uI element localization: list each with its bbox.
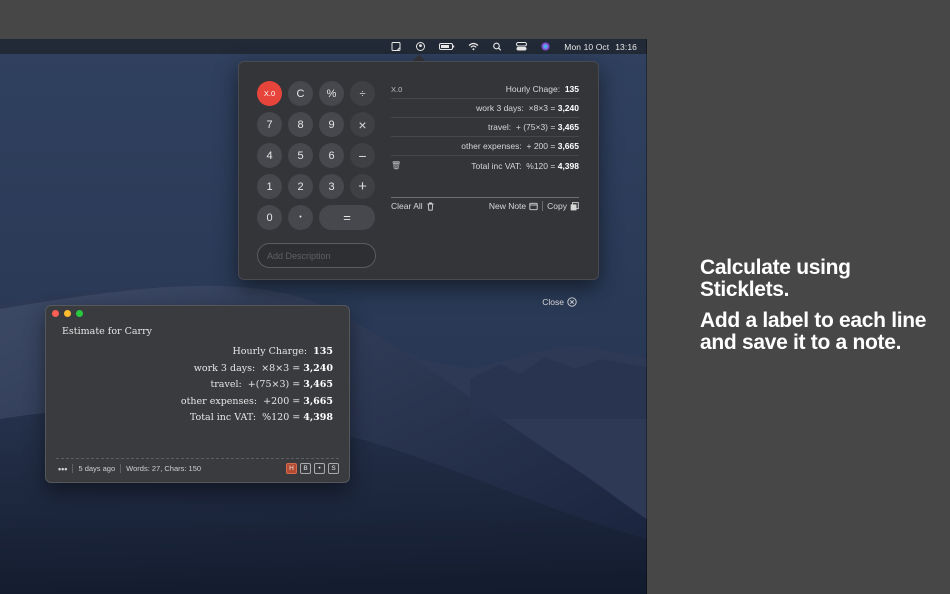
note-line: work 3 days: ×8×3 = 3,240 [193,362,333,374]
zoom-window-button[interactable] [76,310,83,317]
two-key[interactable]: 2 [288,174,313,199]
note-line: Hourly Charge: 135 [232,346,333,357]
sticklets-icon[interactable] [391,42,402,51]
equals-key[interactable]: = [319,205,375,230]
new-note-button[interactable]: New Note [489,201,538,211]
plus-key[interactable]: + [350,174,375,199]
tape-row[interactable]: work 3 days: ×8×3 = 3,240 [391,99,579,118]
format-toolbar: H B • S [286,463,339,474]
tape-row-label: Total inc VAT: [471,160,522,171]
trash-icon[interactable]: 🗑 [391,161,405,170]
tape-row[interactable]: travel: + (75×3) = 3,465 [391,118,579,137]
close-label: Close [542,297,564,307]
user-icon[interactable] [415,42,426,51]
three-key[interactable]: 3 [319,174,344,199]
tape-row-expression: %120 = [526,160,556,171]
tape-row[interactable]: X.0 Hourly Chage: 135 [391,80,579,99]
copy-icon [570,201,579,210]
copy-button[interactable]: Copy [547,201,579,211]
calculator-popover: X.0 C % ÷ 7 8 9 × 4 5 6 − 1 2 3 + 0 • = … [238,61,599,307]
note-window: Estimate for Carry Hourly Charge: 135 wo… [45,305,350,483]
promo-text: Calculate using Sticklets. Add a label t… [700,257,930,354]
tape-row-result: 3,240 [557,103,579,113]
tape-row[interactable]: 🗑 Total inc VAT: %120 = 4,398 [391,156,579,175]
clear-all-label: Clear All [391,201,423,211]
menu-bar-clock[interactable]: Mon 10 Oct 13:16 [564,42,637,52]
strikethrough-format-button[interactable]: S [328,463,339,474]
nine-key[interactable]: 9 [319,112,344,137]
minimize-window-button[interactable] [64,310,71,317]
clear-key[interactable]: C [288,81,313,106]
tape-row-label: other expenses: [461,141,522,151]
close-button[interactable]: Close [542,297,577,307]
note-line: travel: +(75×3) = 3,465 [210,379,333,390]
close-window-button[interactable] [52,310,59,317]
menu-bar: Mon 10 Oct 13:16 [0,39,647,54]
menu-bar-time: 13:16 [615,41,637,52]
bullet-format-button[interactable]: • [314,463,325,474]
tape-row-result: 4,398 [557,160,579,171]
siri-icon[interactable] [540,42,551,51]
tape-row-expression: + (75×3) = [515,122,556,132]
tape-row-label: work 3 days: [476,103,524,113]
tape-row[interactable]: other expenses: + 200 = 3,665 [391,137,579,156]
modified-time: 5 days ago [72,464,120,473]
note-line: other expenses: +200 = 3,665 [180,395,333,407]
bold-format-button[interactable]: B [300,463,311,474]
tape-row-label: travel: [487,122,512,132]
seven-key[interactable]: 7 [257,112,282,137]
more-options-button[interactable]: ••• [56,464,72,474]
control-center-icon[interactable] [516,42,528,51]
divide-key[interactable]: ÷ [350,81,375,106]
copy-label: Copy [547,201,567,211]
tape-row-result: 135 [564,84,579,94]
six-key[interactable]: 6 [319,143,344,168]
decimal-key[interactable]: • [288,205,313,230]
close-icon [567,297,577,307]
tape-row-expression: ×8×3 = [528,103,556,113]
multiply-key[interactable]: × [350,112,375,137]
promo-subheadline: Add a label to each line and save it to … [700,309,927,354]
search-icon[interactable] [492,42,503,51]
clear-all-button[interactable]: Clear All [391,201,435,211]
tape-divider [391,197,579,198]
tape-row-precision: X.0 [391,84,403,94]
tape-row-expression: + 200 = [526,141,556,151]
trash-icon [427,202,434,211]
minus-key[interactable]: − [350,143,375,168]
window-controls [52,310,83,317]
note-content[interactable]: Estimate for Carry Hourly Charge: 135 wo… [62,326,333,429]
new-note-label: New Note [488,201,527,211]
eight-key[interactable]: 8 [288,112,313,137]
word-count: Words: 27, Chars: 150 [120,464,206,473]
five-key[interactable]: 5 [288,143,313,168]
tape-row-result: 3,665 [557,141,579,151]
four-key[interactable]: 4 [257,143,282,168]
calculation-tape: X.0 Hourly Chage: 135 work 3 days: ×8×3 … [391,80,579,198]
menu-bar-date: Mon 10 Oct [564,41,610,52]
wifi-icon[interactable] [468,42,479,51]
tape-row-result: 3,465 [557,122,579,132]
heading-format-button[interactable]: H [286,463,297,474]
note-footer: ••• 5 days ago Words: 27, Chars: 150 H B… [56,458,339,478]
tape-actions: Clear All New Note Copy [391,201,579,211]
battery-icon[interactable] [439,42,455,51]
note-line: Total inc VAT: %120 = 4,398 [189,412,333,423]
promo-headline: Calculate using Sticklets. [700,256,851,301]
zero-key[interactable]: 0 [257,205,282,230]
one-key[interactable]: 1 [257,174,282,199]
note-icon [529,202,538,210]
description-input[interactable] [257,243,376,268]
percent-key[interactable]: % [319,81,344,106]
note-title: Estimate for Carry [62,326,152,337]
tape-row-label: Hourly Chage: [505,84,561,94]
x0-key[interactable]: X.0 [257,81,282,106]
